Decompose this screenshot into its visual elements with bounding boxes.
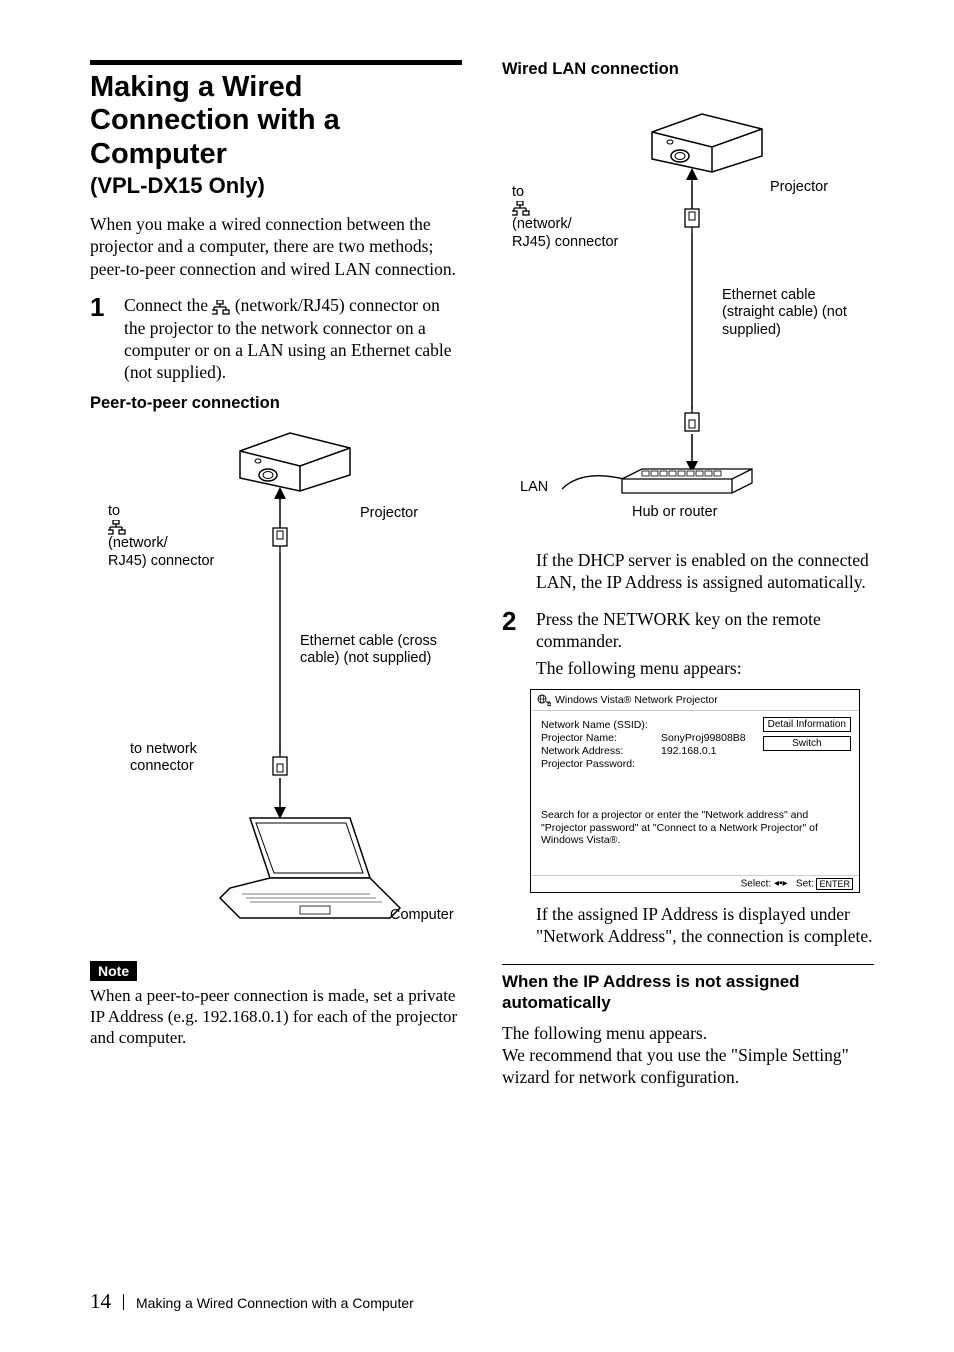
globe-network-icon xyxy=(537,694,551,706)
menu-row-name-label: Projector Name: xyxy=(541,732,661,744)
note-label: Note xyxy=(90,961,137,981)
footer-separator xyxy=(123,1294,124,1310)
fig1-computer-label: Computer xyxy=(390,907,454,924)
menu-detail-button[interactable]: Detail Information xyxy=(763,717,851,732)
wired-lan-heading: Wired LAN connection xyxy=(502,60,874,79)
fig2-projector-label: Projector xyxy=(770,179,828,196)
page-footer: 14 Making a Wired Connection with a Comp… xyxy=(90,1289,414,1314)
dhcp-text: If the DHCP server is enabled on the con… xyxy=(536,549,874,594)
fig1-to-network-label: to (network/ RJ45) connector xyxy=(108,503,214,570)
left-column: Making a Wired Connection with a Compute… xyxy=(90,60,462,1103)
ip-not-assigned-heading: When the IP Address is not assigned auto… xyxy=(502,971,874,1014)
menu-title-bar: Windows Vista® Network Projector xyxy=(531,690,859,711)
page-subtitle: (VPL-DX15 Only) xyxy=(90,173,462,199)
fig2-hub-label: Hub or router xyxy=(632,504,717,521)
menu-foot-set: Set: xyxy=(796,878,814,889)
section-rule xyxy=(502,964,874,966)
menu-row-pass-label: Projector Password: xyxy=(541,758,661,770)
menu-foot-select: Select: xyxy=(741,878,772,889)
fig2-to-network-label: to (network/ RJ45) connector xyxy=(512,184,618,251)
after-menu-text: If the assigned IP Address is displayed … xyxy=(536,903,874,948)
step-number: 2 xyxy=(502,608,536,679)
step-2-text: Press the NETWORK key on the remote comm… xyxy=(536,608,874,679)
menu-switch-button[interactable]: Switch xyxy=(763,736,851,751)
page-heading: Making a Wired Connection with a Compute… xyxy=(90,71,462,171)
figure-peer-to-peer: to (network/ RJ45) connector Projector E… xyxy=(90,423,462,943)
menu-row-addr-label: Network Address: xyxy=(541,745,661,757)
menu-footer: Select: ◂▪▸ Set: ENTER xyxy=(531,875,859,892)
fig1-to2: (network/ RJ45) connector xyxy=(108,535,214,568)
note-text: When a peer-to-peer connection is made, … xyxy=(90,985,462,1049)
step1-pre: Connect the xyxy=(124,295,212,315)
fig1-projector-label: Projector xyxy=(360,505,418,522)
menu-row-addr-value: 192.168.0.1 xyxy=(661,745,716,757)
step-number: 1 xyxy=(90,294,124,384)
p2p-heading: Peer-to-peer connection xyxy=(90,394,462,413)
step-2: 2 Press the NETWORK key on the remote co… xyxy=(502,608,874,679)
fig1-to: to xyxy=(108,503,120,519)
right-column: Wired LAN connection to (network/ RJ45) … xyxy=(502,60,874,1103)
network-icon xyxy=(108,520,126,535)
step2-b: The following menu appears: xyxy=(536,657,874,679)
page-number: 14 xyxy=(90,1289,111,1314)
menu-title-text: Windows Vista® Network Projector xyxy=(555,694,718,706)
heading-rule xyxy=(90,60,462,65)
fig1-cable-label: Ethernet cable (cross cable) (not suppli… xyxy=(300,633,450,668)
intro-paragraph: When you make a wired connection between… xyxy=(90,213,462,280)
menu-row-name-value: SonyProj99808B8 xyxy=(661,732,746,744)
fig1-to-conn-label: to network connector xyxy=(130,741,220,776)
step-1-text: Connect the (network/RJ45) connector on … xyxy=(124,294,462,384)
figure-wired-lan: to (network/ RJ45) connector Projector E… xyxy=(502,109,874,549)
network-menu: Windows Vista® Network Projector Network… xyxy=(530,689,860,893)
footer-title: Making a Wired Connection with a Compute… xyxy=(136,1295,414,1311)
step2-a: Press the NETWORK key on the remote comm… xyxy=(536,608,874,653)
fig2-cable-label: Ethernet cable (straight cable) (not sup… xyxy=(722,287,852,339)
enter-key-icon: ENTER xyxy=(816,878,853,890)
fig2-lan-label: LAN xyxy=(520,479,548,496)
menu-body: Network Name (SSID): Projector Name:Sony… xyxy=(531,711,859,805)
ip-not-assigned-text: The following menu appears. We recommend… xyxy=(502,1022,874,1089)
fig2-to2: (network/ RJ45) connector xyxy=(512,216,618,249)
step-1: 1 Connect the (network/RJ45) connector o… xyxy=(90,294,462,384)
fig2-to: to xyxy=(512,184,524,200)
network-icon xyxy=(512,201,530,216)
arrow-keys-icon: ◂▪▸ xyxy=(774,878,788,889)
network-icon xyxy=(212,300,230,315)
menu-row-ssid-label: Network Name (SSID): xyxy=(541,719,661,731)
menu-instruction: Search for a projector or enter the "Net… xyxy=(531,805,859,875)
